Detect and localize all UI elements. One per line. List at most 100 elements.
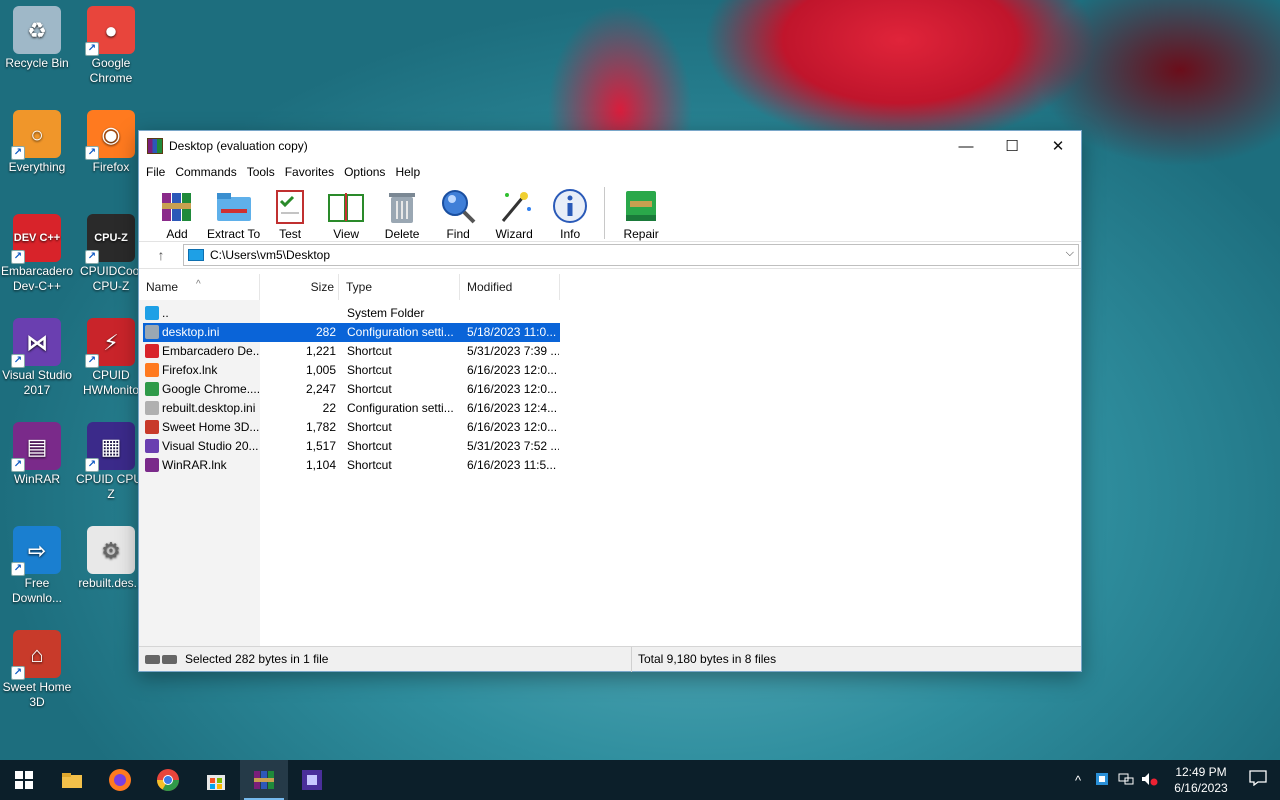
shortcut-arrow-icon: ↗ — [85, 42, 99, 56]
file-size: 1,104 — [305, 458, 336, 472]
toolbar-label: Info — [560, 227, 581, 241]
network-icon[interactable] — [1114, 772, 1138, 789]
menu-tools[interactable]: Tools — [242, 165, 280, 179]
volume-muted-icon[interactable] — [1138, 772, 1162, 789]
menu-options[interactable]: Options — [339, 165, 390, 179]
shortcut-arrow-icon: ↗ — [11, 250, 25, 264]
path-text: C:\Users\vm5\Desktop — [210, 248, 331, 262]
menu-file[interactable]: File — [141, 165, 170, 179]
file-icon — [145, 458, 159, 472]
file-row[interactable]: Embarcadero De... 1,221 Shortcut 5/31/2023 … — [139, 342, 1081, 361]
minimize-button[interactable]: — — [943, 131, 989, 161]
desktop-icon[interactable]: ⚙ rebuilt.des... — [74, 526, 148, 591]
path-field[interactable]: C:\Users\vm5\Desktop ⌵ — [183, 244, 1079, 266]
desktop-icon-label: CPUIDCool CPU-Z — [79, 264, 142, 293]
file-row[interactable]: rebuilt.desktop.ini 22 Configuration setti… — [139, 399, 1081, 418]
desktop-icon[interactable]: DEV C++ ↗ Embarcadero Dev-C++ — [0, 214, 74, 294]
menu-commands[interactable]: Commands — [170, 165, 241, 179]
windows-icon — [15, 771, 33, 789]
desktop-icon[interactable]: ◉ ↗ Firefox — [74, 110, 148, 175]
desktop-icon[interactable]: ▤ ↗ WinRAR — [0, 422, 74, 487]
desktop-icon[interactable]: ▦ ↗ CPUID CPU-Z — [74, 422, 148, 502]
file-row[interactable]: WinRAR.lnk 1,104 Shortcut 6/16/2023 11:5... — [139, 456, 1081, 475]
winrar-window[interactable]: Desktop (evaluation copy) — ☐ ✕ File Comm… — [138, 130, 1082, 672]
shortcut-arrow-icon: ↗ — [85, 354, 99, 368]
tray-app-icon[interactable] — [1090, 772, 1114, 789]
file-row[interactable]: desktop.ini 282 Configuration setti... 5/18… — [139, 323, 1081, 342]
wizard-icon — [495, 187, 533, 225]
column-modified[interactable]: Modified — [460, 274, 560, 300]
repair-button[interactable]: Repair — [615, 187, 667, 241]
delete-button[interactable]: Delete — [376, 187, 428, 241]
taskbar-store[interactable] — [192, 760, 240, 800]
desktop-icon[interactable]: ⚡ ↗ CPUID HWMonito — [74, 318, 148, 398]
shortcut-arrow-icon: ↗ — [11, 666, 25, 680]
add-button[interactable]: Add — [151, 187, 203, 241]
column-size[interactable]: Size — [260, 274, 339, 300]
taskbar: ^ 12:49 PM 6/16/2023 — [0, 760, 1280, 800]
folder-icon — [62, 773, 82, 788]
desktop-icon-label: Google Chrome — [89, 56, 133, 85]
taskbar-chrome[interactable] — [144, 760, 192, 800]
desktop-app-icon: CPU-Z ↗ — [85, 214, 135, 264]
file-modified: 6/16/2023 12:0... — [467, 420, 558, 434]
file-icon — [145, 420, 159, 434]
menu-bar: File Commands Tools Favorites Options Help — [139, 161, 1081, 183]
parent-folder-icon — [145, 306, 159, 320]
extract-to-button[interactable]: Extract To — [207, 187, 260, 241]
file-row[interactable]: Visual Studio 20... 1,517 Shortcut 5/31/202… — [139, 437, 1081, 456]
file-row[interactable]: Firefox.lnk 1,005 Shortcut 6/16/2023 12:0..… — [139, 361, 1081, 380]
desktop-icon-label: Firefox — [92, 160, 130, 174]
file-type: Configuration setti... — [347, 325, 454, 339]
menu-favorites[interactable]: Favorites — [280, 165, 339, 179]
toolbar-label: Test — [279, 227, 302, 241]
info-button[interactable]: Info — [544, 187, 596, 241]
info-icon — [551, 187, 589, 225]
file-list[interactable]: Name ^ Size Type Modified .. System Folde… — [139, 274, 1081, 646]
file-type: Shortcut — [347, 382, 392, 396]
maximize-button[interactable]: ☐ — [989, 131, 1035, 161]
desktop-icon[interactable]: ○ ↗ Everything — [0, 110, 74, 175]
notification-center-icon[interactable] — [1236, 769, 1280, 791]
clock[interactable]: 12:49 PM 6/16/2023 — [1166, 764, 1236, 796]
desktop-icon[interactable]: ⇨ ↗ Free Downlo... — [0, 526, 74, 606]
taskbar-winrar[interactable] — [240, 760, 288, 800]
file-size: 22 — [322, 401, 336, 415]
file-row[interactable]: .. System Folder — [139, 304, 1081, 323]
taskbar-firefox[interactable] — [96, 760, 144, 800]
view-button[interactable]: View — [320, 187, 372, 241]
close-button[interactable]: ✕ — [1035, 131, 1081, 161]
taskbar-file-explorer[interactable] — [48, 760, 96, 800]
wizard-button[interactable]: Wizard — [488, 187, 540, 241]
file-size: 1,221 — [305, 344, 336, 358]
desktop-app-icon: ⇨ ↗ — [11, 526, 61, 576]
desktop-icon[interactable]: CPU-Z ↗ CPUIDCool CPU-Z — [74, 214, 148, 294]
title-bar[interactable]: Desktop (evaluation copy) — ☐ ✕ — [139, 131, 1081, 161]
file-row[interactable]: Sweet Home 3D.... 1,782 Shortcut 6/16/2023 … — [139, 418, 1081, 437]
status-selected: Selected 282 bytes in 1 file — [185, 652, 329, 666]
test-button[interactable]: Test — [264, 187, 316, 241]
tray-chevron-icon[interactable]: ^ — [1066, 773, 1090, 788]
file-size: 1,517 — [305, 439, 336, 453]
drive-icon — [188, 249, 204, 261]
desktop-icon[interactable]: ⋈ ↗ Visual Studio 2017 — [0, 318, 74, 398]
column-type[interactable]: Type — [339, 274, 460, 300]
start-button[interactable] — [0, 760, 48, 800]
toolbar-separator — [604, 187, 606, 239]
desktop-icon[interactable]: ⌂ ↗ Sweet Home 3D — [0, 630, 74, 710]
chevron-down-icon[interactable]: ⌵ — [1066, 247, 1074, 260]
file-size: 1,005 — [305, 363, 336, 377]
desktop-app-icon: DEV C++ ↗ — [11, 214, 61, 264]
desktop-icon[interactable]: ♻ Recycle Bin — [0, 6, 74, 71]
desktop-icon[interactable]: ● ↗ Google Chrome — [74, 6, 148, 86]
taskbar-cpuz[interactable] — [288, 760, 336, 800]
file-icon — [145, 439, 159, 453]
up-folder-button[interactable]: ↑ — [139, 247, 183, 263]
shortcut-arrow-icon: ↗ — [11, 354, 25, 368]
menu-help[interactable]: Help — [390, 165, 425, 179]
file-row[interactable]: Google Chrome.... 2,247 Shortcut 6/16/2023 … — [139, 380, 1081, 399]
drive-status-icon[interactable] — [145, 653, 181, 665]
file-modified: 6/16/2023 12:0... — [467, 382, 558, 396]
find-button[interactable]: Find — [432, 187, 484, 241]
column-name[interactable]: Name ^ — [139, 274, 260, 300]
